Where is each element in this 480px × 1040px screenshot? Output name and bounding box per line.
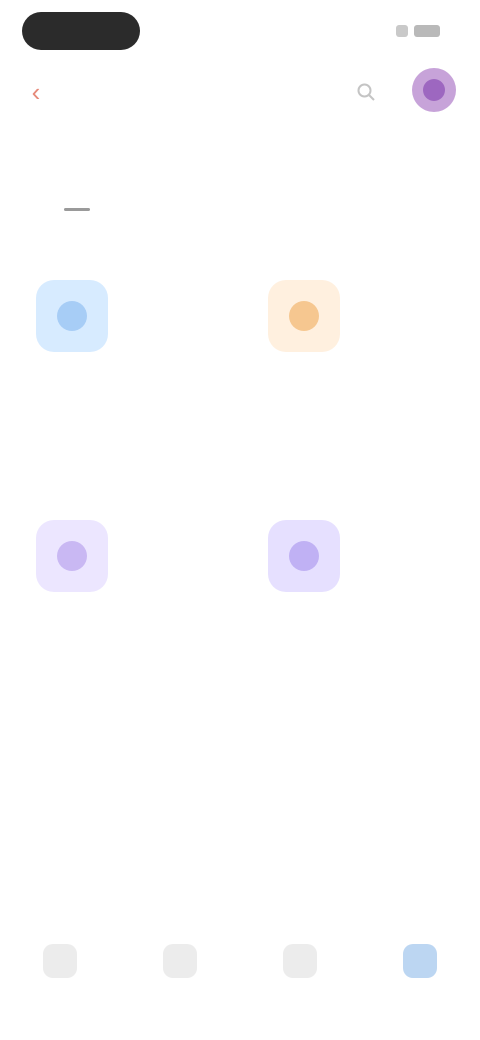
card-3[interactable] [268, 520, 458, 612]
card-2[interactable] [36, 520, 226, 612]
search-icon [357, 83, 375, 101]
tab-active-indicator [64, 208, 90, 211]
status-time [22, 12, 140, 50]
blue-tile-icon [57, 301, 87, 331]
back-button[interactable]: ‹ [18, 74, 54, 110]
status-icons [380, 22, 440, 40]
app-header: ‹ [0, 60, 480, 116]
profile-icon [403, 944, 437, 978]
avatar[interactable] [412, 68, 456, 112]
tab-1[interactable] [64, 192, 90, 211]
home-icon [43, 944, 77, 978]
grid-icon [163, 944, 197, 978]
card-icon-1 [268, 280, 340, 352]
chevron-left-icon: ‹ [31, 76, 41, 107]
purple-tile-icon [57, 541, 87, 571]
purple-tile-icon [289, 541, 319, 571]
card-icon-2 [36, 520, 108, 592]
bottom-navigation [0, 928, 480, 1040]
card-icon-0 [36, 280, 108, 352]
orange-tile-icon [289, 301, 319, 331]
nav-item-chat[interactable] [260, 944, 340, 986]
chat-icon [283, 944, 317, 978]
avatar-image [423, 79, 445, 101]
nav-item-profile[interactable] [380, 944, 460, 986]
nav-item-grid[interactable] [140, 944, 220, 986]
battery-icon [414, 25, 440, 37]
signal-icon [396, 25, 408, 37]
card-icon-3 [268, 520, 340, 592]
search-button[interactable] [348, 74, 384, 110]
category-tabs [40, 192, 480, 252]
nav-item-home[interactable] [20, 944, 100, 986]
card-0[interactable] [36, 280, 226, 372]
status-bar [0, 0, 480, 64]
card-1[interactable] [268, 280, 458, 372]
